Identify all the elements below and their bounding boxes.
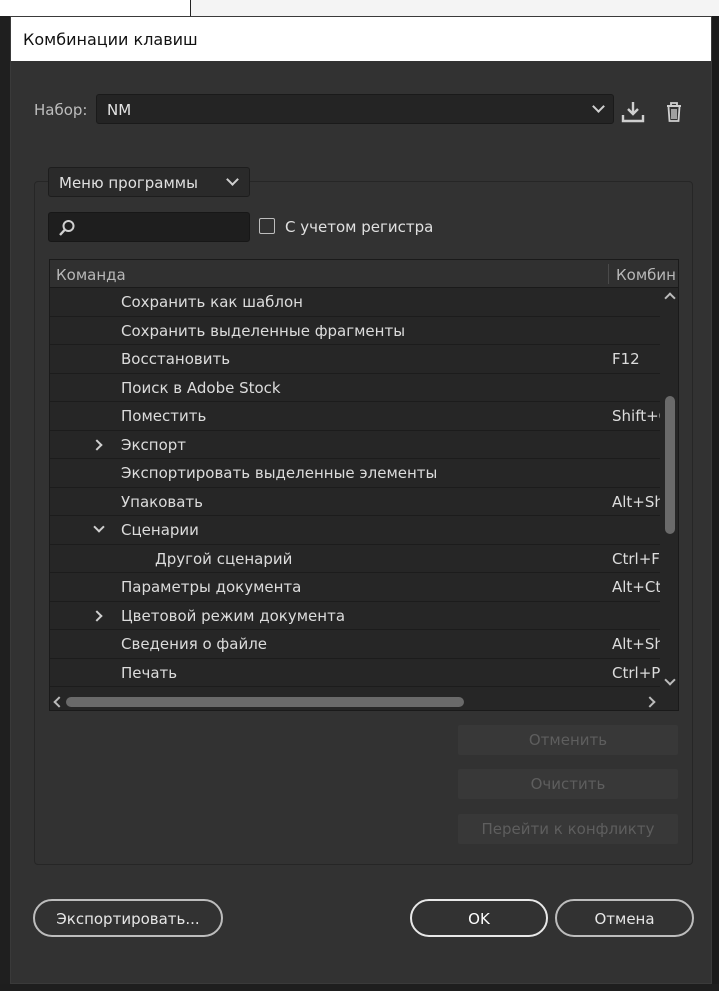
- case-sensitive-checkbox[interactable]: [259, 218, 275, 234]
- app-background-top-left: [0, 0, 190, 16]
- chevron-right-icon[interactable]: [91, 438, 103, 451]
- row-command-label: Упаковать: [121, 492, 203, 511]
- table-row[interactable]: Восстановить F12: [50, 345, 660, 374]
- vertical-scrollbar[interactable]: [662, 288, 678, 690]
- table-row[interactable]: Другой сценарий Ctrl+F1: [50, 545, 660, 573]
- ok-button[interactable]: OK: [410, 899, 548, 937]
- trash-icon[interactable]: [661, 99, 687, 125]
- scope-dropdown-value: Меню программы: [59, 174, 198, 192]
- row-command-label: Экспорт: [121, 435, 187, 454]
- vertical-scroll-thumb[interactable]: [665, 396, 675, 534]
- scroll-right-icon[interactable]: [644, 696, 656, 708]
- row-shortcut: Ctrl+P: [612, 663, 660, 682]
- table-row[interactable]: Экспорт: [50, 431, 660, 459]
- scroll-up-icon[interactable]: [664, 292, 676, 304]
- app-background-right: [712, 0, 719, 991]
- set-dropdown[interactable]: NM: [96, 94, 614, 124]
- row-command-label: Цветовой режим документа: [121, 606, 346, 625]
- shortcuts-dialog: Комбинации клавиш Набор: NM Меню програм…: [10, 16, 712, 984]
- row-shortcut: Alt+Sh: [612, 492, 660, 511]
- row-command-label: Другой сценарий: [155, 549, 293, 568]
- dialog-title: Комбинации клавиш: [23, 30, 198, 49]
- horizontal-scroll-thumb[interactable]: [66, 697, 464, 707]
- app-background-left: [0, 0, 10, 991]
- scroll-left-icon[interactable]: [53, 696, 65, 708]
- row-command-label: Восстановить: [121, 350, 231, 368]
- app-background-bottom: [0, 984, 719, 991]
- row-shortcut: Alt+Sh: [612, 635, 660, 653]
- go-to-conflict-button[interactable]: Перейти к конфликту: [458, 814, 678, 844]
- row-command-label: Сохранить выделенные фрагменты: [121, 321, 406, 340]
- set-label: Набор:: [34, 101, 88, 119]
- row-command-label: Поместить: [121, 407, 207, 425]
- row-command-label: Сохранить как шаблон: [121, 293, 303, 311]
- chevron-down-icon: [226, 173, 239, 186]
- chevron-down-icon[interactable]: [93, 521, 105, 533]
- table-row[interactable]: Поиск в Adobe Stock: [50, 374, 660, 402]
- dialog-titlebar[interactable]: Комбинации клавиш: [11, 17, 711, 61]
- row-command-label: Параметры документа: [121, 578, 302, 596]
- row-shortcut: Ctrl+F1: [612, 549, 660, 568]
- table-rows: Сохранить как шаблон Сохранить выделенные…: [50, 288, 660, 688]
- download-icon[interactable]: [620, 99, 646, 125]
- table-row[interactable]: Цветовой режим документа: [50, 602, 660, 630]
- table-header: Команда Комбин: [50, 260, 678, 288]
- chevron-right-icon[interactable]: [91, 609, 103, 622]
- row-command-label: Экспортировать выделенные элементы: [121, 464, 438, 482]
- row-command-label: Сведения о файле: [121, 635, 268, 653]
- chevron-down-icon: [592, 100, 605, 113]
- row-shortcut: F12: [612, 350, 640, 368]
- case-sensitive-label: С учетом регистра: [285, 218, 434, 236]
- table-row[interactable]: Печать Ctrl+P: [50, 659, 660, 687]
- table-row[interactable]: Сохранить выделенные фрагменты: [50, 317, 660, 345]
- column-header-shortcut[interactable]: Комбин: [616, 266, 676, 284]
- column-divider[interactable]: [608, 264, 609, 284]
- clear-button[interactable]: Очистить: [458, 769, 678, 799]
- horizontal-scrollbar[interactable]: [50, 692, 662, 710]
- undo-button[interactable]: Отменить: [458, 725, 678, 755]
- table-row[interactable]: Поместить Shift+C: [50, 402, 660, 431]
- table-row[interactable]: Сценарии: [50, 516, 660, 545]
- column-header-command[interactable]: Команда: [56, 266, 126, 284]
- row-shortcut: Shift+C: [612, 407, 660, 425]
- search-input[interactable]: [48, 212, 250, 242]
- set-dropdown-value: NM: [107, 101, 132, 119]
- row-command-label: Печать: [121, 663, 178, 682]
- scroll-down-icon[interactable]: [664, 674, 676, 686]
- table-row[interactable]: Упаковать Alt+Sh: [50, 488, 660, 516]
- shortcuts-table: Команда Комбин Сохранить как шаблон Сохра…: [49, 259, 679, 711]
- app-background-top-right: [190, 0, 719, 16]
- scope-dropdown[interactable]: Меню программы: [48, 167, 250, 197]
- cancel-button[interactable]: Отмена: [555, 899, 694, 937]
- table-row[interactable]: Сохранить как шаблон: [50, 288, 660, 317]
- table-row[interactable]: Экспортировать выделенные элементы: [50, 459, 660, 488]
- row-shortcut: Alt+Ct: [612, 578, 660, 596]
- search-icon: [57, 218, 77, 238]
- table-row[interactable]: Параметры документа Alt+Ct: [50, 573, 660, 602]
- row-command-label: Поиск в Adobe Stock: [121, 378, 281, 397]
- table-row[interactable]: Сведения о файле Alt+Sh: [50, 630, 660, 659]
- row-command-label: Сценарии: [121, 521, 199, 539]
- export-button[interactable]: Экспортировать...: [33, 899, 223, 937]
